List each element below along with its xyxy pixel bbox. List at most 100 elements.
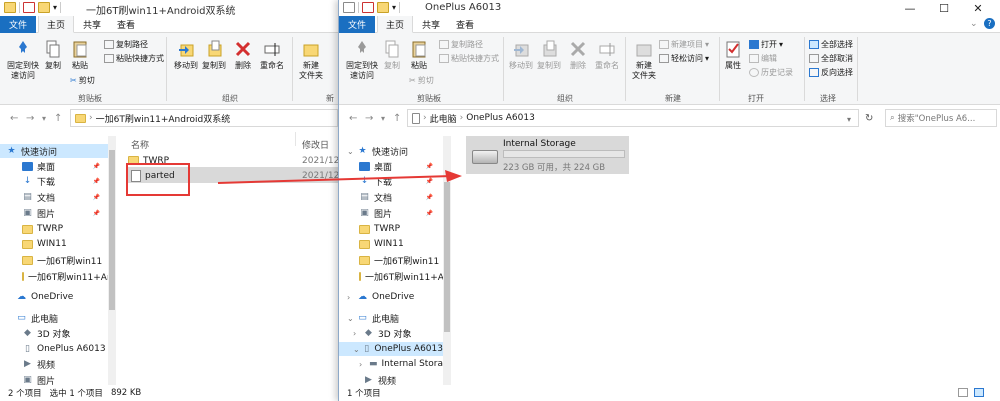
nav-item[interactable]: 一加6T刷win11 <box>0 253 110 267</box>
recent-locations-chevron-icon[interactable]: ▾ <box>381 114 385 123</box>
nav-item[interactable]: WIN11 <box>0 237 110 251</box>
breadcrumb-this-pc[interactable]: 此电脑 <box>430 112 457 125</box>
invert-selection-button[interactable]: 反向选择 <box>809 67 853 78</box>
column-header-modified[interactable]: 修改日 <box>302 138 329 151</box>
nav-item[interactable]: › ▬ Internal Storage <box>339 357 449 371</box>
nav-item[interactable]: WIN11 <box>339 237 443 251</box>
tab-share[interactable]: 共享 <box>74 16 110 33</box>
expand-chevron-icon[interactable]: ⌄ <box>353 345 360 354</box>
nav-item[interactable]: 桌面 📌 <box>0 159 110 173</box>
tab-view[interactable]: 查看 <box>447 16 483 33</box>
properties-quick-icon[interactable] <box>23 2 35 13</box>
nav-item[interactable]: ▤ 文档 📌 <box>339 190 443 204</box>
breadcrumb-current[interactable]: OnePlus A6013 <box>466 113 535 123</box>
new-folder-button[interactable]: 新建 文件夹 <box>627 39 661 81</box>
back-arrow-icon[interactable]: ← <box>349 113 357 124</box>
tab-home[interactable]: 主页 <box>377 16 413 33</box>
open-button[interactable]: 打开 ▾ <box>749 39 783 50</box>
easy-access-button[interactable]: 轻松访问 ▾ <box>659 53 709 64</box>
tab-file[interactable]: 文件 <box>339 16 375 33</box>
properties-button[interactable]: 属性 <box>719 39 747 71</box>
expand-ribbon-chevron-icon[interactable]: ⌄ <box>970 19 978 29</box>
details-view-icon[interactable] <box>958 388 968 397</box>
nav-item[interactable]: ↓ 下载 📌 <box>339 174 443 188</box>
delete-button[interactable]: 删除 <box>563 39 593 71</box>
title-bar[interactable]: ▾ OnePlus A6013 — ☐ ✕ <box>339 0 1000 16</box>
minimize-button[interactable]: — <box>893 0 927 16</box>
copy-to-button[interactable]: 复制到 <box>198 39 230 71</box>
tab-home[interactable]: 主页 <box>38 16 74 33</box>
copy-to-button[interactable]: 复制到 <box>533 39 565 71</box>
select-none-button[interactable]: 全部取消 <box>809 53 853 64</box>
nav-item[interactable]: ▶ 视频 <box>0 357 110 371</box>
address-input[interactable]: › 一加6T刷win11+Android双系统 <box>70 109 338 127</box>
nav-item[interactable]: TWRP <box>339 222 443 236</box>
forward-arrow-icon[interactable]: → <box>365 113 373 124</box>
nav-item[interactable]: ☁ OneDrive <box>0 290 110 304</box>
copy-path-button[interactable]: 复制路径 <box>104 39 148 50</box>
forward-arrow-icon[interactable]: → <box>26 113 34 124</box>
expand-chevron-icon[interactable]: ⌄ <box>347 314 354 323</box>
nav-item[interactable]: ▯ OnePlus A6013 <box>0 342 110 356</box>
up-arrow-icon[interactable]: ↑ <box>393 113 401 124</box>
properties-quick-icon[interactable] <box>362 2 374 13</box>
nav-item[interactable]: ◆ 3D 对象 <box>0 326 110 340</box>
cut-button[interactable]: ✂ 剪切 <box>409 75 434 86</box>
paste-button[interactable]: 粘贴 <box>66 39 94 71</box>
nav-item[interactable]: ▣ 图片 <box>0 373 110 385</box>
cut-button[interactable]: ✂ 剪切 <box>70 75 95 86</box>
history-button[interactable]: 历史记录 <box>749 67 793 78</box>
address-input[interactable]: › 此电脑 › OnePlus A6013 <box>407 109 859 127</box>
tab-share[interactable]: 共享 <box>413 16 449 33</box>
new-folder-quick-icon[interactable] <box>38 2 50 13</box>
copy-button[interactable]: 复制 <box>377 39 407 71</box>
nav-item[interactable]: 一加6T刷win11 <box>339 253 443 267</box>
select-all-button[interactable]: 全部选择 <box>809 39 853 50</box>
expand-chevron-icon[interactable]: › <box>353 329 356 338</box>
copy-button[interactable]: 复制 <box>38 39 68 71</box>
expand-chevron-icon[interactable]: › <box>359 360 362 369</box>
nav-item[interactable]: ★ 快速访问 <box>0 144 110 158</box>
nav-item[interactable]: ⌄ ★ 快速访问 <box>339 144 443 158</box>
nav-item[interactable]: 一加6T刷win11+An <box>0 269 113 283</box>
paste-shortcut-button[interactable]: 粘贴快捷方式 <box>439 53 499 64</box>
new-item-button[interactable]: 新建项目 ▾ <box>659 39 709 50</box>
navigation-scrollbar[interactable] <box>443 136 451 385</box>
rename-button[interactable]: 重命名 <box>256 39 288 71</box>
nav-item[interactable]: ▭ 此电脑 <box>0 311 110 325</box>
customize-toolbar-icon[interactable]: ▾ <box>53 3 57 12</box>
help-icon[interactable]: ? <box>984 18 995 29</box>
new-folder-button[interactable]: 新建 文件夹 <box>294 39 328 81</box>
copy-path-button[interactable]: 复制路径 <box>439 39 483 50</box>
nav-item[interactable]: › ☁ OneDrive <box>339 290 443 304</box>
tab-file[interactable]: 文件 <box>0 16 36 33</box>
nav-item[interactable]: ↓ 下载 📌 <box>0 174 110 188</box>
rename-button[interactable]: 重命名 <box>591 39 623 71</box>
nav-item[interactable]: TWRP <box>0 222 110 236</box>
delete-button[interactable]: 删除 <box>228 39 258 71</box>
refresh-icon[interactable]: ↻ <box>865 113 873 124</box>
tab-view[interactable]: 查看 <box>108 16 144 33</box>
edit-button[interactable]: 编辑 <box>749 53 777 64</box>
nav-item[interactable]: 桌面 📌 <box>339 159 443 173</box>
up-arrow-icon[interactable]: ↑ <box>54 113 62 124</box>
title-bar[interactable]: ▾ 一加6T刷win11+Android双系统 <box>0 0 338 17</box>
search-input[interactable]: ⌕ 搜索"OnePlus A6... <box>885 109 997 127</box>
customize-toolbar-icon[interactable]: ▾ <box>392 3 396 12</box>
nav-item[interactable]: ▤ 文档 📌 <box>0 190 110 204</box>
paste-button[interactable]: 粘贴 <box>405 39 433 71</box>
back-arrow-icon[interactable]: ← <box>10 113 18 124</box>
maximize-button[interactable]: ☐ <box>927 0 961 16</box>
new-folder-quick-icon[interactable] <box>377 2 389 13</box>
nav-item[interactable]: › ◆ 3D 对象 <box>339 326 443 340</box>
nav-item[interactable]: ▣ 图片 📌 <box>0 206 110 220</box>
navigation-scrollbar[interactable] <box>108 136 116 385</box>
nav-item[interactable]: ⌄ ▯ OnePlus A6013 <box>339 342 443 356</box>
nav-item[interactable]: ⌄ ▭ 此电脑 <box>339 311 443 325</box>
address-dropdown-chevron-icon[interactable]: ▾ <box>847 115 851 124</box>
expand-chevron-icon[interactable]: ⌄ <box>347 147 354 156</box>
expand-chevron-icon[interactable]: › <box>347 293 350 302</box>
nav-item[interactable]: 一加6T刷win11+An <box>339 269 449 283</box>
breadcrumb-current[interactable]: 一加6T刷win11+Android双系统 <box>96 112 231 125</box>
nav-item[interactable]: ▶ 视频 <box>339 373 443 385</box>
